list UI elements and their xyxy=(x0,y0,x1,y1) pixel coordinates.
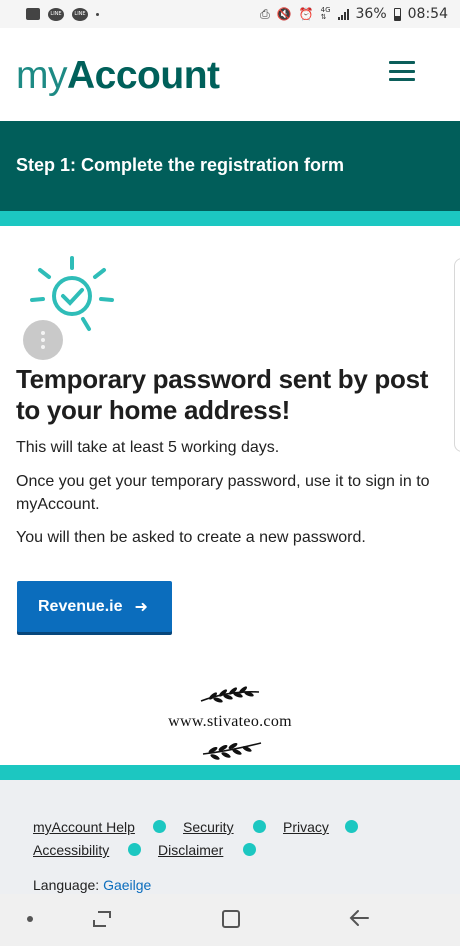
footer-separator-dot xyxy=(345,820,358,833)
image-icon xyxy=(26,8,40,20)
footer-separator-dot xyxy=(253,820,266,833)
home-icon[interactable] xyxy=(222,910,240,928)
site-footer: myAccount Help Security Privacy Accessib… xyxy=(0,780,460,894)
footer-link-accessibility[interactable]: Accessibility xyxy=(33,842,109,858)
line-app-icon: LINE xyxy=(48,7,64,21)
info-paragraph: This will take at least 5 working days. xyxy=(16,439,280,456)
myaccount-logo[interactable]: myAccount xyxy=(16,54,220,98)
recent-apps-icon[interactable] xyxy=(92,910,112,928)
back-icon[interactable] xyxy=(348,908,370,928)
footer-link-help[interactable]: myAccount Help xyxy=(33,819,135,835)
laurel-branch-icon xyxy=(200,686,260,703)
site-header: myAccount xyxy=(0,28,460,121)
alarm-icon: ⏰ xyxy=(298,7,314,21)
edge-panel-handle[interactable] xyxy=(454,258,460,452)
system-nav-bar xyxy=(0,894,460,946)
status-bar: LINE LINE ⎙ 🔇 ⏰ 4G ⇅ 36% 08:54 xyxy=(0,0,460,28)
language-link-gaeilge[interactable]: Gaeilge xyxy=(103,877,151,893)
watermark-text: www.stivateo.com xyxy=(168,713,292,730)
laurel-branch-icon xyxy=(202,742,262,760)
logo-bold: Account xyxy=(67,54,220,97)
notification-icons: LINE LINE xyxy=(26,7,99,21)
line-app-icon: LINE xyxy=(72,7,88,21)
revenue-button[interactable]: Revenue.ie ➜ xyxy=(17,581,172,632)
mute-icon: 🔇 xyxy=(276,7,292,21)
footer-separator-dot xyxy=(153,820,166,833)
system-icons: ⎙ 🔇 ⏰ 4G ⇅ 36% 08:54 xyxy=(260,6,448,22)
footer-link-privacy[interactable]: Privacy xyxy=(283,819,329,835)
signal-icon xyxy=(337,8,349,20)
page-headline: Temporary password sent by post to your … xyxy=(16,364,429,425)
network-type-label: 4G ⇅ xyxy=(321,7,331,21)
more-notifications-icon xyxy=(96,12,99,16)
footer-separator-dot xyxy=(128,843,141,856)
language-label: Language: xyxy=(33,877,100,893)
footer-link-security[interactable]: Security xyxy=(183,819,234,835)
step-banner: Step 1: Complete the registration form xyxy=(0,121,460,211)
wifi-calling-icon: ⎙ xyxy=(260,6,270,21)
step-title: Step 1: Complete the registration form xyxy=(16,155,345,175)
arrow-right-icon: ➜ xyxy=(134,597,148,616)
logo-prefix: my xyxy=(16,54,68,97)
nav-indicator-dot-icon[interactable] xyxy=(27,916,33,922)
info-paragraph: You will then be asked to create a new p… xyxy=(16,529,366,546)
data-arrows-icon: ⇅ xyxy=(320,13,327,21)
clock: 08:54 xyxy=(407,6,448,22)
footer-accent-bar xyxy=(0,765,460,780)
battery-percent: 36% xyxy=(355,6,387,22)
info-paragraph: Once you get your temporary password, us… xyxy=(16,473,430,513)
language-selector: Language: Gaeilge xyxy=(33,877,151,893)
accent-divider xyxy=(0,211,460,226)
floating-more-button[interactable] xyxy=(23,320,63,360)
battery-icon xyxy=(393,7,401,21)
footer-separator-dot xyxy=(243,843,256,856)
footer-link-disclaimer[interactable]: Disclaimer xyxy=(158,842,223,858)
hamburger-menu-icon[interactable] xyxy=(389,61,415,81)
revenue-button-label: Revenue.ie xyxy=(38,597,123,615)
